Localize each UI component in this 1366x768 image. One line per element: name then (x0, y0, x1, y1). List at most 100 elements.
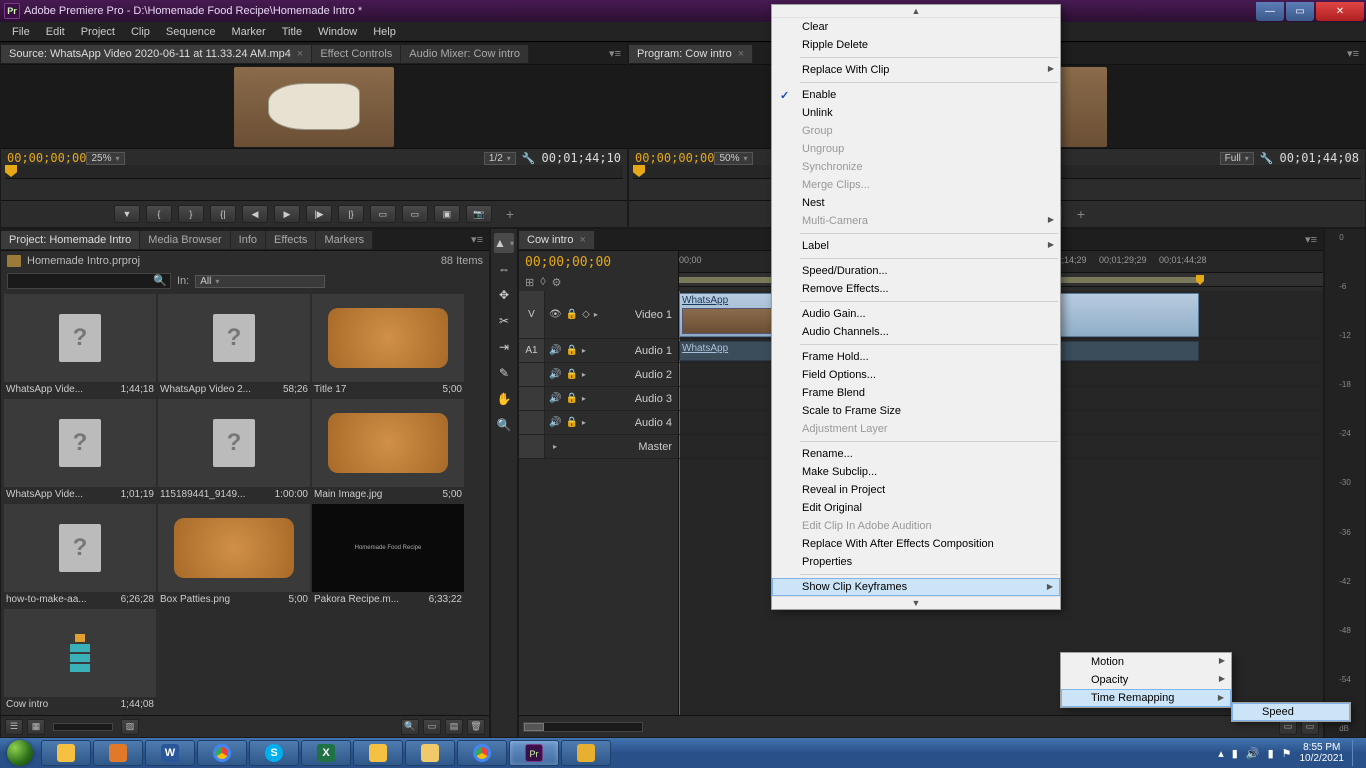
tool-button[interactable]: 🔍 (494, 415, 514, 435)
project-item[interactable]: Cow intro1;44;08 (4, 609, 156, 712)
context-menu-item[interactable]: Opacity▶ (1061, 671, 1231, 689)
transport-button[interactable]: } (178, 205, 204, 223)
battery-icon[interactable]: ▮ (1232, 747, 1238, 760)
track-toggle-icon[interactable]: 🔒 (565, 369, 577, 380)
transport-button[interactable]: ▶ (274, 205, 300, 223)
transport-button[interactable]: 📷 (466, 205, 492, 223)
track-target[interactable]: V (519, 291, 545, 338)
project-search-input[interactable] (7, 273, 171, 289)
tool-button[interactable]: ⇥ (494, 337, 514, 357)
program-zoom-select[interactable]: 50% (714, 152, 752, 165)
expand-icon[interactable]: ▸ (582, 346, 586, 355)
transport-button[interactable]: { (146, 205, 172, 223)
expand-icon[interactable]: ▸ (594, 310, 598, 319)
in-filter-select[interactable]: All (195, 275, 325, 288)
taskbar-app-notes[interactable] (405, 740, 455, 766)
taskbar-app-premiere[interactable]: Pr (509, 740, 559, 766)
expand-icon[interactable]: ▸ (553, 442, 557, 451)
panel-menu-icon[interactable]: ▾≡ (465, 233, 489, 246)
context-menu-item[interactable]: Field Options... (772, 366, 1060, 384)
sequence-tab[interactable]: Cow intro× (519, 231, 595, 249)
tool-button[interactable]: ⇔ (494, 259, 514, 279)
taskbar-app-chrome2[interactable] (457, 740, 507, 766)
taskbar-app-word[interactable]: W (145, 740, 195, 766)
timeline-zoom-slider[interactable] (523, 722, 643, 732)
program-playhead-icon[interactable] (633, 165, 645, 177)
menu-clip[interactable]: Clip (123, 24, 158, 40)
program-quality-select[interactable]: Full (1220, 152, 1254, 165)
context-menu-item[interactable]: Make Subclip... (772, 463, 1060, 481)
window-maximize-button[interactable]: ▭ (1286, 2, 1314, 21)
context-menu-item[interactable]: Label▶ (772, 237, 1060, 255)
expand-icon[interactable]: ▸ (582, 394, 586, 403)
track-toggle-icon[interactable]: 🔊 (549, 393, 561, 404)
add-button[interactable]: + (506, 206, 514, 222)
settings-icon[interactable]: 🔧 (522, 152, 536, 165)
context-menu-item[interactable]: Ripple Delete (772, 36, 1060, 54)
taskbar-app-excel[interactable]: X (301, 740, 351, 766)
taskbar-app-media[interactable] (93, 740, 143, 766)
menu-project[interactable]: Project (73, 24, 123, 40)
taskbar-app-chrome[interactable] (197, 740, 247, 766)
track-target[interactable] (519, 411, 545, 434)
add-button[interactable]: + (1077, 206, 1085, 222)
settings-icon[interactable]: ⚙ (552, 276, 562, 289)
timeline-timecode[interactable]: 00;00;00;00 (519, 251, 678, 274)
context-menu-item[interactable]: Replace With Clip▶ (772, 61, 1060, 79)
menu-title[interactable]: Title (274, 24, 310, 40)
source-res-select[interactable]: 1/2 (484, 152, 516, 165)
new-bin-button[interactable]: ▭ (423, 719, 441, 735)
transport-button[interactable]: |▶ (306, 205, 332, 223)
context-menu-item[interactable]: Time Remapping▶ (1061, 689, 1231, 707)
expand-icon[interactable]: ▸ (582, 418, 586, 427)
program-tc-in[interactable]: 00;00;00;00 (635, 151, 714, 165)
track-header[interactable]: ▸Master (519, 435, 678, 459)
track-target[interactable] (519, 435, 545, 458)
project-item[interactable]: ?WhatsApp Vide...1;01;19 (4, 399, 156, 502)
project-item[interactable]: ?115189441_9149...1:00:00 (158, 399, 310, 502)
search-icon[interactable]: 🔍 (153, 274, 167, 287)
taskbar-clock[interactable]: 8:55 PM 10/2/2021 (1300, 742, 1345, 764)
list-view-button[interactable]: ☰ (5, 719, 23, 735)
project-item[interactable]: ?how-to-make-aa...6;26;28 (4, 504, 156, 607)
panel-menu-icon[interactable]: ▾≡ (1299, 233, 1323, 246)
track-toggle-icon[interactable]: 🔒 (565, 345, 577, 356)
context-menu-item[interactable]: Edit Original (772, 499, 1060, 517)
network-icon[interactable]: ▮ (1268, 747, 1274, 760)
menu-help[interactable]: Help (365, 24, 404, 40)
menu-edit[interactable]: Edit (38, 24, 73, 40)
track-target[interactable] (519, 387, 545, 410)
track-header[interactable]: 🔊🔒▸Audio 3 (519, 387, 678, 411)
track-header[interactable]: A1🔊🔒▸Audio 1 (519, 339, 678, 363)
start-button[interactable] (0, 738, 40, 768)
tray-expand-icon[interactable]: ▴ (1218, 747, 1224, 760)
window-close-button[interactable]: ✕ (1316, 2, 1364, 21)
context-menu-item[interactable]: Audio Gain... (772, 305, 1060, 323)
close-icon[interactable]: × (738, 48, 744, 60)
expand-icon[interactable]: ▸ (582, 370, 586, 379)
taskbar-app-paint[interactable] (561, 740, 611, 766)
source-viewer[interactable] (1, 65, 627, 148)
project-item[interactable]: Homemade Food RecipePakora Recipe.m...6;… (312, 504, 464, 607)
context-menu-item[interactable]: Clear (772, 18, 1060, 36)
context-menu-item[interactable]: Rename... (772, 445, 1060, 463)
context-menu-item[interactable]: ✓Enable (772, 86, 1060, 104)
show-desktop-button[interactable] (1352, 740, 1360, 766)
window-minimize-button[interactable]: ― (1256, 2, 1284, 21)
track-header[interactable]: 🔊🔒▸Audio 4 (519, 411, 678, 435)
project-item[interactable]: ?WhatsApp Vide...1;44;18 (4, 294, 156, 397)
track-toggle-icon[interactable]: 👁 (549, 309, 562, 320)
track-toggle-icon[interactable]: 🔒 (565, 393, 577, 404)
context-menu-item[interactable]: Speed/Duration... (772, 262, 1060, 280)
tool-button[interactable]: ✋ (494, 389, 514, 409)
menu-file[interactable]: File (4, 24, 38, 40)
context-menu-item[interactable]: Unlink (772, 104, 1060, 122)
icon-view-button[interactable]: ▦ (27, 719, 45, 735)
close-icon[interactable]: × (579, 234, 585, 246)
source-zoom-select[interactable]: 25% (86, 152, 124, 165)
source-ruler[interactable] (5, 165, 623, 179)
track-toggle-icon[interactable]: 🔒 (566, 309, 578, 320)
project-item[interactable]: ?WhatsApp Video 2...58;26 (158, 294, 310, 397)
project-item[interactable]: Box Patties.png5;00 (158, 504, 310, 607)
context-menu-item[interactable]: Scale to Frame Size (772, 402, 1060, 420)
